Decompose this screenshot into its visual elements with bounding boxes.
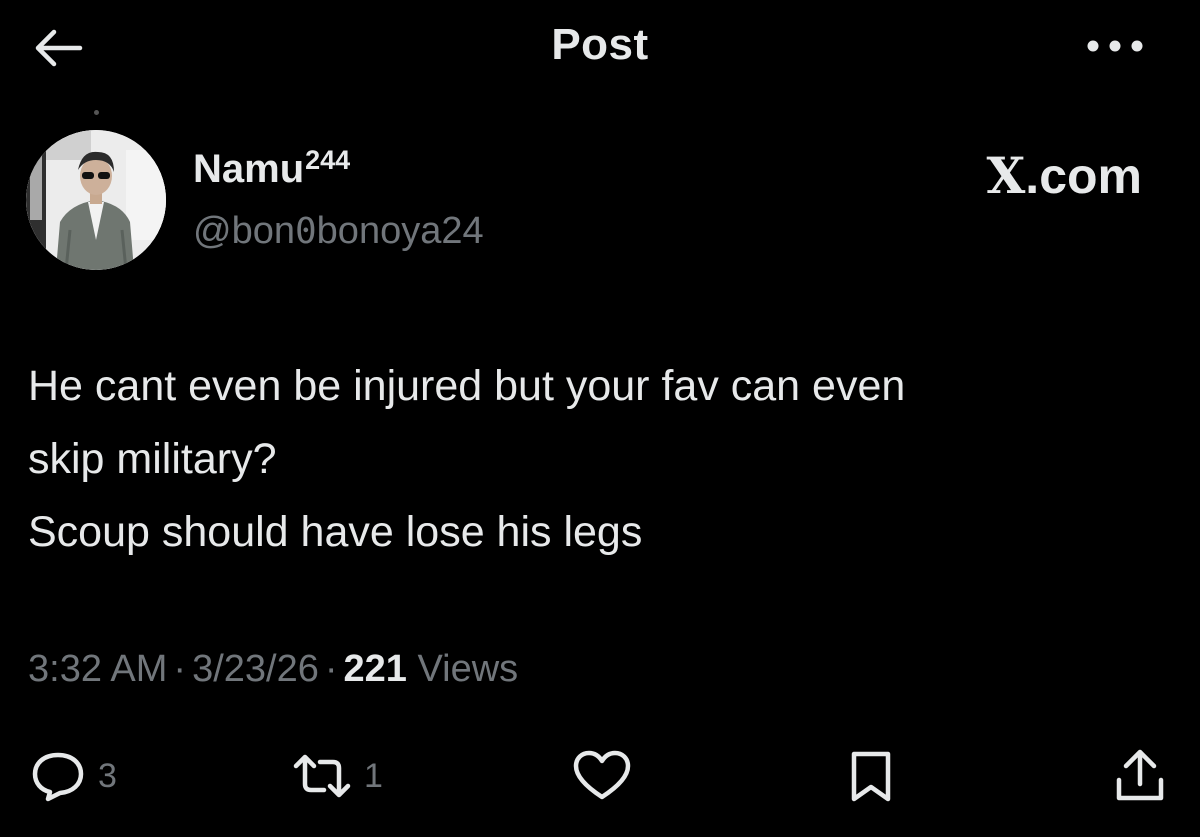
display-name[interactable]: Namu244	[193, 145, 350, 192]
reply-button[interactable]: 3	[30, 748, 117, 804]
repost-button[interactable]: 1	[292, 748, 383, 804]
post-meta: 3:32 AM · 3/23/26 · 221 Views	[28, 648, 518, 691]
repost-icon	[293, 754, 351, 798]
display-name-text: Namu	[193, 147, 305, 191]
bookmark-icon	[851, 751, 891, 802]
more-options-button[interactable]	[1080, 26, 1150, 66]
handle-prefix: @bon	[193, 210, 295, 252]
top-bar: Post	[0, 0, 1200, 92]
share-icon	[1116, 749, 1164, 801]
handle-zero: 0	[294, 211, 317, 252]
views-count: 221	[343, 648, 407, 690]
views-label: Views	[417, 648, 519, 690]
repost-count: 1	[364, 756, 383, 795]
like-button[interactable]	[572, 748, 632, 804]
avatar[interactable]	[26, 130, 166, 270]
action-bar: 3 1	[0, 740, 1200, 810]
like-icon	[573, 750, 631, 800]
avatar-photo	[26, 130, 166, 270]
handle-suffix: bonoya24	[316, 210, 484, 252]
reply-icon	[32, 752, 84, 802]
decorative-dot	[94, 110, 99, 115]
page-title: Post	[551, 20, 649, 69]
reply-count: 3	[98, 756, 117, 795]
x-com-watermark: X.com	[987, 146, 1143, 205]
more-horizontal-icon	[1087, 40, 1143, 52]
meta-separator: ·	[173, 648, 187, 690]
watermark-x: X	[986, 146, 1026, 205]
post-date[interactable]: 3/23/26	[192, 648, 319, 690]
watermark-domain: .com	[1025, 148, 1142, 204]
user-handle[interactable]: @bon0bonoya24	[193, 210, 484, 253]
post-time[interactable]: 3:32 AM	[28, 648, 167, 690]
post-text-line: Scoup should have lose his legs	[28, 508, 643, 556]
post-text-line: He cant even be injured but your fav can…	[28, 362, 906, 410]
meta-separator: ·	[324, 648, 338, 690]
share-button[interactable]	[1114, 748, 1166, 804]
post-text: He cant even be injured but your fav can…	[28, 350, 1168, 569]
post-text-line: skip military?	[28, 435, 277, 483]
display-name-superscript: 244	[305, 145, 351, 175]
bookmark-button[interactable]	[848, 748, 894, 804]
